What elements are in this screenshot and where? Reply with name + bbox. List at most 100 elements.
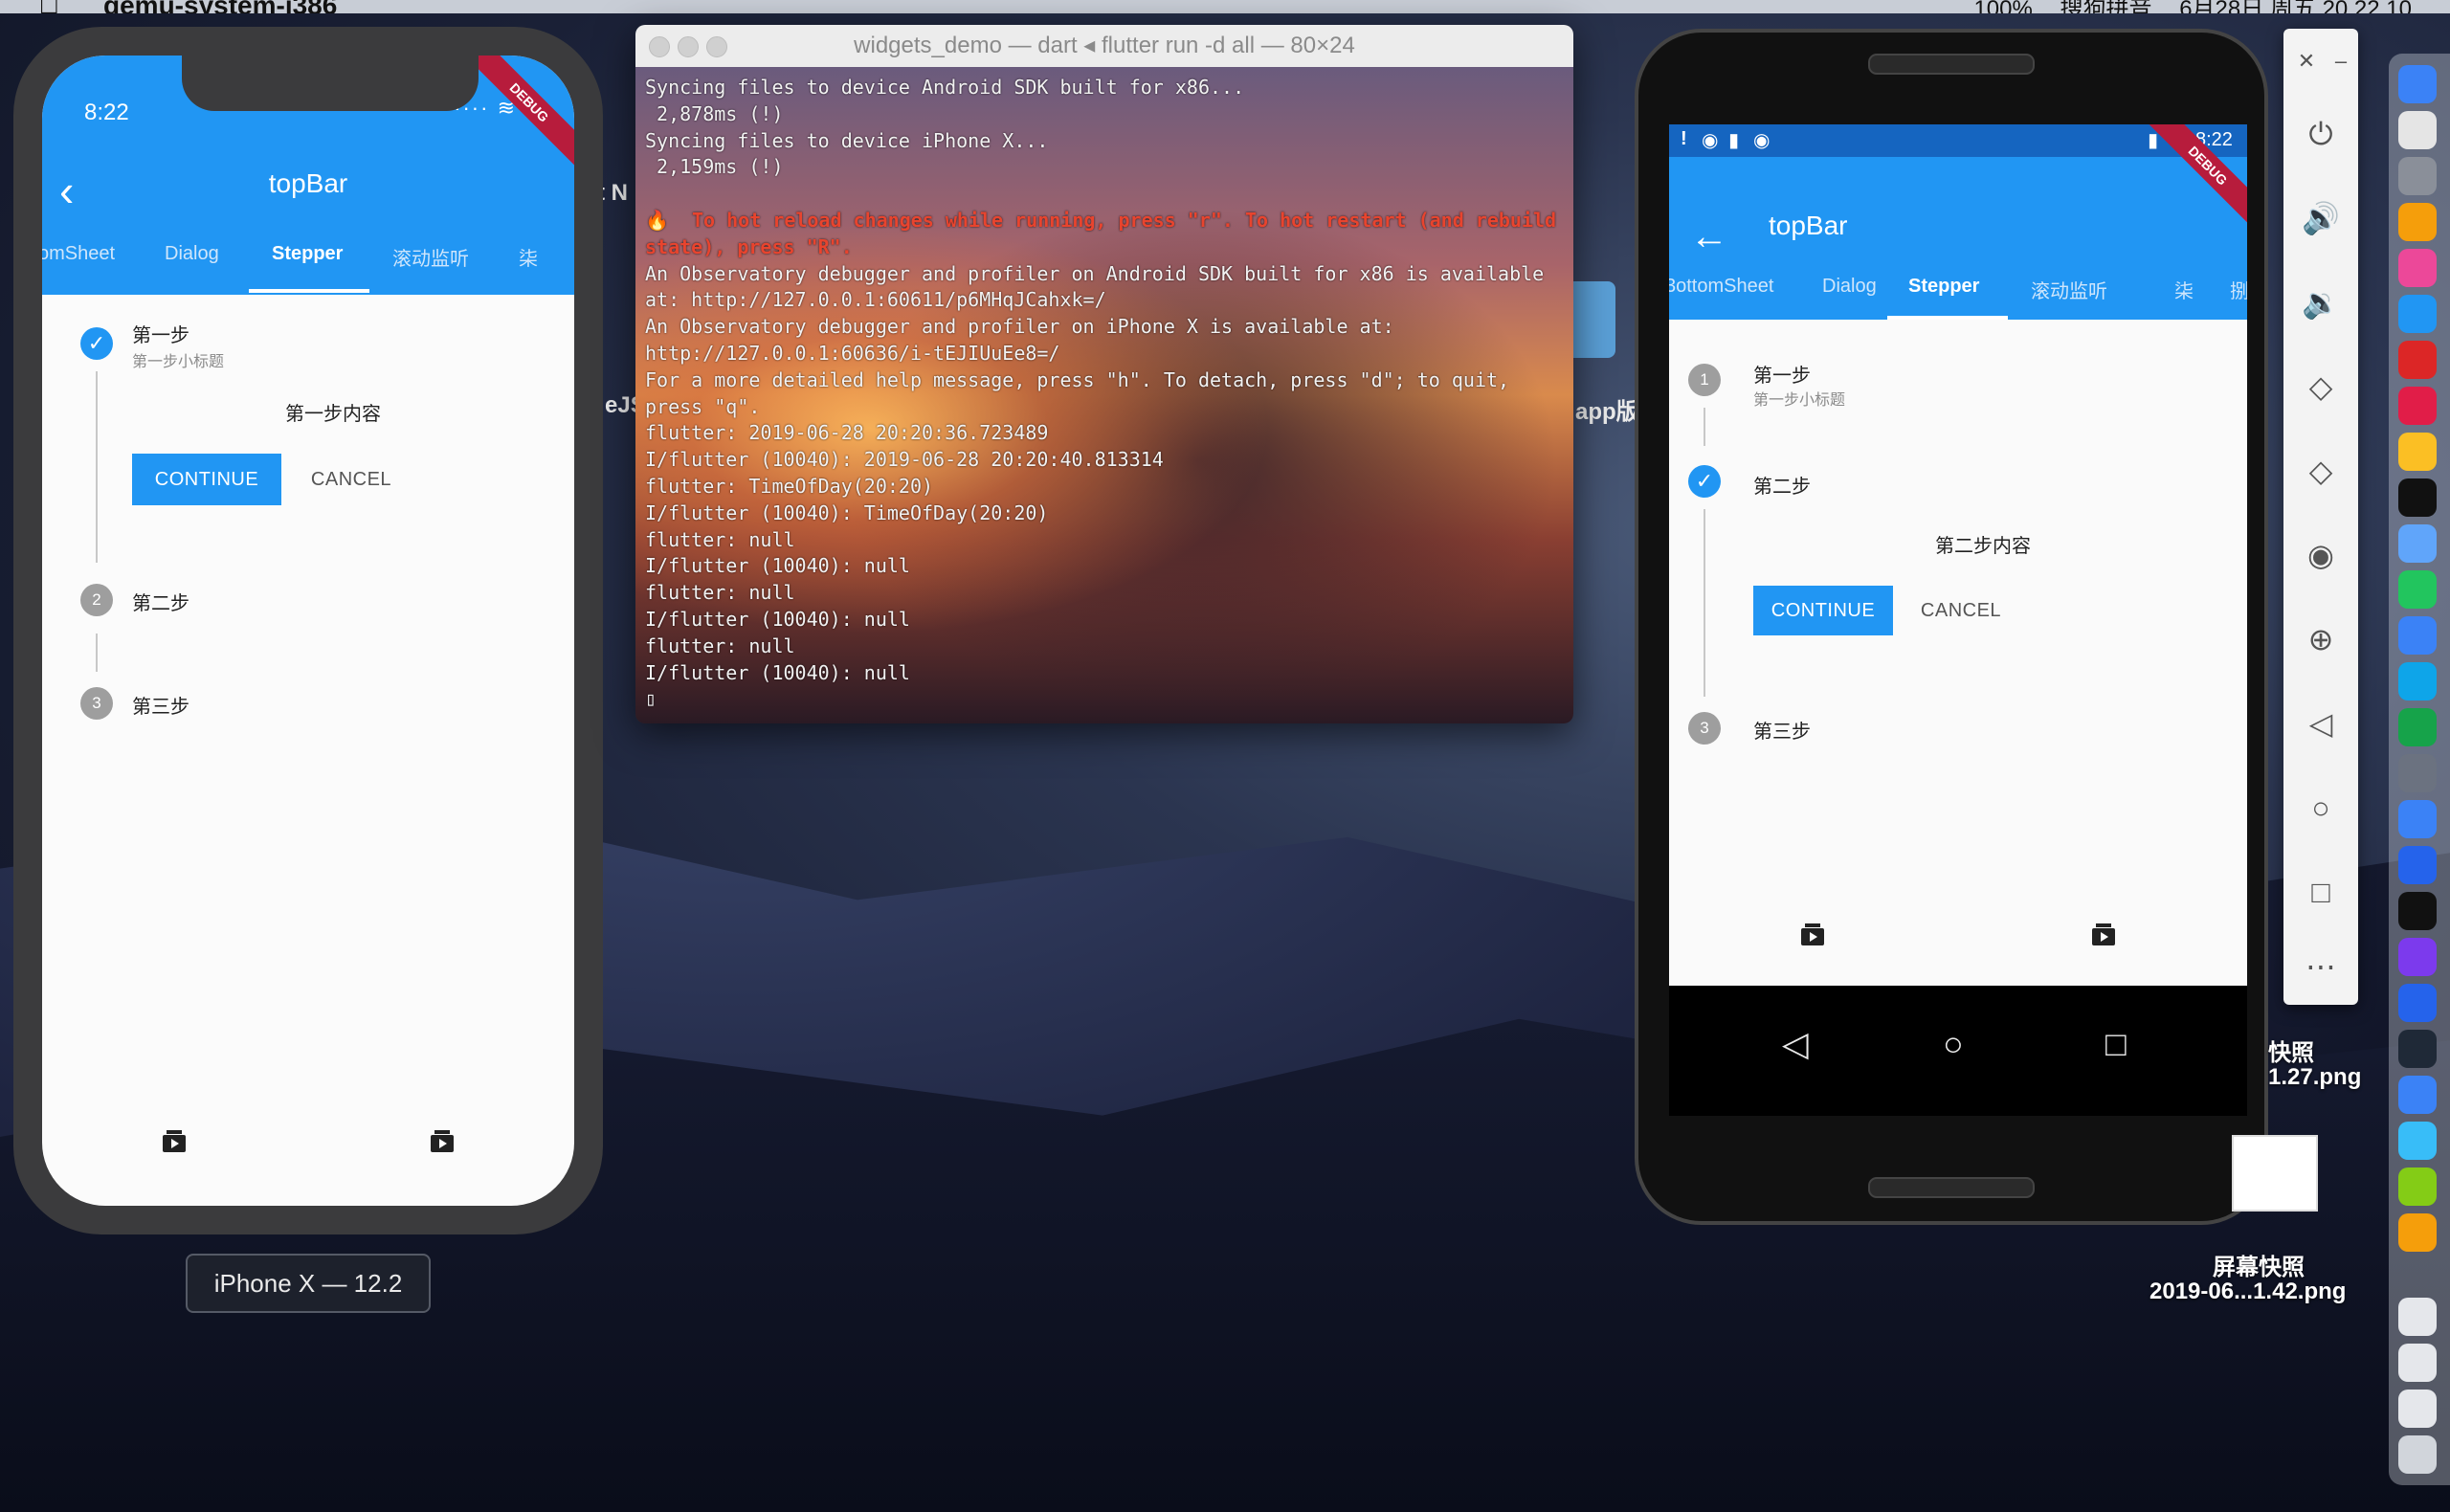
archive-icon[interactable] bbox=[2398, 1167, 2437, 1206]
music-icon[interactable] bbox=[2398, 249, 2437, 287]
finder-icon[interactable] bbox=[2398, 65, 2437, 103]
overview-icon[interactable]: □ bbox=[2302, 873, 2340, 911]
terminal-line: An Observatory debugger and profiler on … bbox=[645, 315, 1394, 339]
more-icon[interactable]: ⋯ bbox=[2302, 947, 2340, 986]
apple-icon[interactable]:  bbox=[38, 0, 60, 13]
cancel-button[interactable]: CANCEL bbox=[1908, 586, 2014, 635]
minimize-icon[interactable]: – bbox=[2322, 42, 2360, 80]
notes-icon[interactable] bbox=[2398, 111, 2437, 149]
step-2-title[interactable]: 第二步 bbox=[132, 588, 189, 615]
tab-bottomsheet[interactable]: 3ottomSheet bbox=[1669, 276, 1773, 298]
terminal-line: 2,878ms (!) bbox=[645, 101, 784, 125]
step-1-title[interactable]: 第一步 bbox=[1753, 360, 1811, 388]
downloads-folder-icon[interactable] bbox=[2398, 1344, 2437, 1382]
webstorm-icon[interactable] bbox=[2398, 892, 2437, 930]
telegram-icon[interactable] bbox=[2398, 1122, 2437, 1160]
trash-icon[interactable] bbox=[2398, 1435, 2437, 1474]
continue-button[interactable]: CONTINUE bbox=[132, 454, 281, 505]
step-1-title[interactable]: 第一步 bbox=[132, 320, 189, 347]
menubar-status-area: 100% 搜狗拼音 6月28日 周五 20 22 10 bbox=[1952, 0, 2412, 13]
android-speaker bbox=[1868, 1177, 2035, 1198]
warning-icon: ! bbox=[1681, 128, 1687, 149]
github-icon[interactable] bbox=[2398, 938, 2437, 976]
close-icon[interactable]: ✕ bbox=[2287, 42, 2326, 80]
cancel-button[interactable]: CANCEL bbox=[299, 454, 404, 505]
tab-stepper[interactable]: Stepper bbox=[1908, 276, 1979, 298]
nav-back-icon[interactable]: ◁ bbox=[1782, 1024, 1809, 1064]
tab-seven[interactable]: 柒 bbox=[2174, 276, 2194, 303]
system-preferences-icon[interactable] bbox=[2398, 754, 2437, 792]
desktop-file-label[interactable]: 快照 bbox=[2268, 1034, 2314, 1067]
step-3-title[interactable]: 第三步 bbox=[132, 691, 189, 719]
video-library-icon[interactable] bbox=[159, 1127, 189, 1154]
nav-home-icon[interactable]: ○ bbox=[1943, 1024, 1964, 1064]
preview-icon[interactable] bbox=[2398, 524, 2437, 563]
step-2-title[interactable]: 第二步 bbox=[1753, 471, 1811, 499]
dingtalk-icon[interactable] bbox=[2398, 341, 2437, 379]
terminal-icon[interactable] bbox=[2398, 1030, 2437, 1068]
tab-seven[interactable]: 柒 bbox=[519, 243, 538, 271]
vscode-icon[interactable] bbox=[2398, 846, 2437, 884]
video-library-icon[interactable] bbox=[427, 1127, 457, 1154]
home-icon[interactable]: ○ bbox=[2302, 789, 2340, 827]
safari-icon[interactable] bbox=[2398, 616, 2437, 655]
volume-down-icon[interactable]: 🔉 bbox=[2302, 283, 2340, 322]
qq-icon[interactable] bbox=[2398, 478, 2437, 517]
step-1-number[interactable]: 1 bbox=[1688, 364, 1721, 396]
input-method[interactable]: 搜狗拼音 bbox=[2060, 0, 2152, 13]
tab-dialog[interactable]: Dialog bbox=[165, 243, 219, 265]
tab-scroll-listen[interactable]: 滚动监听 bbox=[2031, 276, 2107, 303]
back-icon[interactable]: ◁ bbox=[2302, 704, 2340, 743]
step-1-check-icon[interactable]: ✓ bbox=[80, 327, 113, 360]
xcode-tools-icon[interactable] bbox=[2398, 1076, 2437, 1114]
netease-music-icon[interactable] bbox=[2398, 387, 2437, 425]
books-icon[interactable] bbox=[2398, 1213, 2437, 1252]
nav-recents-icon[interactable]: □ bbox=[2105, 1024, 2127, 1064]
tab-scroll-listen[interactable]: 滚动监听 bbox=[392, 243, 469, 271]
step-2-number[interactable]: 2 bbox=[80, 584, 113, 616]
documents-folder-icon[interactable] bbox=[2398, 1390, 2437, 1428]
screenshot-folder-icon[interactable] bbox=[2398, 1298, 2437, 1336]
markdown-icon[interactable] bbox=[2398, 662, 2437, 700]
step-connector bbox=[1704, 408, 1705, 446]
step-3-number[interactable]: 3 bbox=[80, 687, 113, 720]
menubar-clock[interactable]: 6月28日 周五 20 22 10 bbox=[2179, 0, 2412, 13]
screenshot-file-thumbnail[interactable] bbox=[2232, 1135, 2318, 1212]
volume-up-icon[interactable]: 🔊 bbox=[2302, 199, 2340, 237]
continue-button[interactable]: CONTINUE bbox=[1753, 586, 1893, 635]
tab-eight[interactable]: 捌 bbox=[2230, 276, 2247, 303]
step-2-check-icon[interactable]: ✓ bbox=[1688, 465, 1721, 498]
launchpad-icon[interactable] bbox=[2398, 157, 2437, 195]
camera-icon[interactable]: ◉ bbox=[2302, 536, 2340, 574]
android-nav-bar: ◁ ○ □ bbox=[1669, 986, 2247, 1116]
android-studio-icon[interactable] bbox=[2398, 708, 2437, 746]
zoom-icon[interactable]: ⊕ bbox=[2302, 620, 2340, 658]
desktop-file-label[interactable]: 1.27.png bbox=[2268, 1064, 2361, 1091]
back-arrow-icon[interactable]: ← bbox=[1690, 214, 1728, 258]
chrome-icon[interactable] bbox=[2398, 433, 2437, 471]
tab-bottomsheet[interactable]: omSheet bbox=[42, 243, 115, 265]
video-library-icon[interactable] bbox=[2088, 921, 2119, 947]
power-icon[interactable]: ⏻ bbox=[2302, 115, 2340, 153]
tab-dialog[interactable]: Dialog bbox=[1822, 276, 1877, 298]
video-library-icon[interactable] bbox=[1797, 921, 1828, 947]
app-store-icon[interactable] bbox=[2398, 295, 2437, 333]
step-3-title[interactable]: 第三步 bbox=[1753, 716, 1811, 744]
wechat-icon[interactable] bbox=[2398, 570, 2437, 609]
battery-percent[interactable]: 100% bbox=[1973, 0, 2032, 13]
photos-icon[interactable] bbox=[2398, 203, 2437, 241]
tab-stepper[interactable]: Stepper bbox=[272, 243, 343, 265]
menubar-app-title[interactable]: qemu-system-i386 bbox=[103, 0, 337, 13]
rotate-left-icon[interactable]: ◇ bbox=[2302, 367, 2340, 406]
step-1-subtitle: 第一步小标题 bbox=[132, 354, 225, 370]
desktop-file-label[interactable]: 2019-06...1.42.png bbox=[2149, 1279, 2346, 1305]
maps-icon[interactable] bbox=[2398, 984, 2437, 1022]
terminal-titlebar[interactable]: widgets_demo — dart ◂ flutter run -d all… bbox=[635, 25, 1573, 68]
step-3-number[interactable]: 3 bbox=[1688, 712, 1721, 745]
desktop-file-label[interactable]: 屏幕快照 bbox=[2213, 1248, 2305, 1281]
xcode-icon[interactable] bbox=[2398, 800, 2437, 838]
terminal-output[interactable]: Syncing files to device Android SDK buil… bbox=[635, 67, 1573, 723]
rotate-right-icon[interactable]: ◇ bbox=[2302, 452, 2340, 490]
terminal-line: I/flutter (10040): TimeOfDay(20:20) bbox=[645, 500, 1049, 524]
